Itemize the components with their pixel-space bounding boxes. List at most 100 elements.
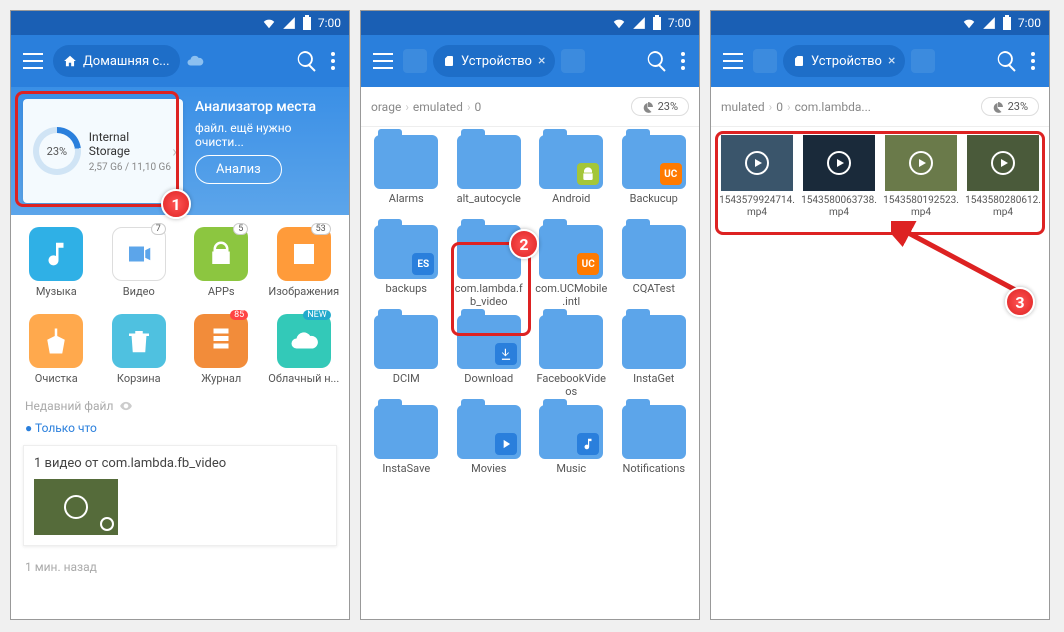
video-icon (112, 227, 166, 281)
folder-item[interactable]: InstaSave (367, 405, 446, 489)
folder-label: Android (552, 193, 590, 219)
folder-label: Notifications (622, 463, 685, 489)
folder-item[interactable]: Movies (450, 405, 529, 489)
folder-badge-icon: UC (660, 163, 682, 185)
shortcut-video[interactable]: 7 Видео (100, 227, 178, 298)
cloud-icon (277, 314, 331, 368)
wifi-icon (262, 16, 276, 30)
tab-device[interactable]: Устройство × (433, 45, 555, 77)
shortcut-trash[interactable]: Корзина (100, 314, 178, 385)
chevron-right-icon: › (172, 142, 177, 161)
space-chip[interactable]: 23% (631, 97, 689, 116)
search-icon[interactable] (645, 49, 669, 73)
video-item[interactable]: 1543579924714.mp4 (719, 135, 795, 218)
video-thumb (803, 135, 875, 191)
folder-item[interactable]: InstaGet (615, 315, 694, 399)
folder-label: Alarms (389, 193, 424, 219)
folder-icon (457, 315, 521, 369)
video-item[interactable]: 1543580280612.mp4 (965, 135, 1041, 218)
analyzer-sub: файл. ещё нужно очисти... (195, 121, 337, 149)
folder-item[interactable]: FacebookVideos (532, 315, 611, 399)
video-item[interactable]: 1543580063738.mp4 (801, 135, 877, 218)
menu-button[interactable] (369, 47, 397, 75)
folder-icon (457, 135, 521, 189)
overflow-menu[interactable] (325, 52, 341, 70)
annotation-badge-2: 2 (509, 229, 539, 259)
shortcut-label: Музыка (36, 285, 77, 298)
breadcrumb: orage› emulated› 0 23% (361, 87, 699, 127)
recent-file-card[interactable]: 1 видео от com.lambda.fb_video (23, 445, 337, 546)
folder-label: com.UCMobile.intl (534, 283, 608, 309)
recent-file-title: 1 видео от com.lambda.fb_video (34, 456, 326, 471)
badge: 53 (311, 223, 331, 235)
search-icon[interactable] (295, 49, 319, 73)
folder-item[interactable]: alt_autocycle (450, 135, 529, 219)
shortcut-app[interactable]: 5 APPs (182, 227, 260, 298)
folder-item[interactable]: Download (450, 315, 529, 399)
folder-item[interactable]: UC com.UCMobile.intl (532, 225, 611, 309)
recent-thumb[interactable] (34, 479, 118, 535)
trash-icon (112, 314, 166, 368)
tab-label: Устройство (461, 54, 532, 69)
toolbar: Домашняя с... (11, 35, 349, 87)
phone-screen-1: 7:00 Домашняя с... 23% Internal Storage … (10, 10, 350, 620)
close-icon[interactable]: × (538, 53, 545, 69)
cloud-icon[interactable] (186, 52, 204, 70)
shortcut-label: Изображения (268, 285, 339, 298)
folder-label: DCIM (393, 373, 420, 399)
tab-home[interactable]: Домашняя с... (53, 45, 180, 77)
storage-sub: 2,57 G6 / 11,10 G6 (89, 162, 173, 173)
shortcut-row-2: Очистка Корзина 85 Журнал NEW Облачный н… (11, 302, 349, 389)
menu-button[interactable] (19, 47, 47, 75)
folder-icon: UC (622, 135, 686, 189)
folder-grid: Alarms alt_autocycle Android UC Backucup E… (361, 127, 699, 619)
space-chip[interactable]: 23% (981, 97, 1039, 116)
tab-ghost-prev[interactable] (753, 49, 777, 73)
tab-ghost-next[interactable] (561, 49, 585, 73)
folder-icon (539, 405, 603, 459)
search-icon[interactable] (995, 49, 1019, 73)
storage-ring: 23% (33, 127, 81, 175)
crumb-2[interactable]: com.lambda... (795, 100, 871, 114)
select-circle[interactable] (100, 517, 114, 531)
shortcut-log[interactable]: 85 Журнал (182, 314, 260, 385)
shortcut-clean[interactable]: Очистка (17, 314, 95, 385)
shortcut-image[interactable]: 53 Изображения (265, 227, 343, 298)
menu-button[interactable] (719, 47, 747, 75)
play-icon (991, 151, 1015, 175)
overflow-menu[interactable] (1025, 52, 1041, 70)
folder-item[interactable]: Music (532, 405, 611, 489)
close-icon[interactable]: × (888, 53, 895, 69)
folder-item[interactable]: Notifications (615, 405, 694, 489)
crumb-0[interactable]: mulated (721, 100, 765, 114)
shortcut-cloud[interactable]: NEW Облачный н... (265, 314, 343, 385)
folder-badge-icon (495, 433, 517, 455)
storage-title: Internal Storage (89, 130, 173, 158)
folder-label: backups (386, 283, 427, 309)
crumb-1[interactable]: 0 (776, 100, 783, 114)
crumb-2[interactable]: 0 (475, 100, 482, 114)
badge: 85 (230, 310, 248, 320)
wifi-icon (612, 16, 626, 30)
tab-label: Устройство (811, 54, 882, 69)
video-item[interactable]: 1543580192523.mp4 (883, 135, 959, 218)
play-icon (745, 151, 769, 175)
tab-device[interactable]: Устройство × (783, 45, 905, 77)
shortcut-music[interactable]: Музыка (17, 227, 95, 298)
folder-item[interactable]: Android (532, 135, 611, 219)
folder-item[interactable]: ES backups (367, 225, 446, 309)
folder-item[interactable]: CQATest (615, 225, 694, 309)
tab-ghost-prev[interactable] (403, 49, 427, 73)
video-thumb (967, 135, 1039, 191)
status-time: 7:00 (318, 16, 341, 30)
internal-storage-card[interactable]: 23% Internal Storage 2,57 G6 / 11,10 G6 … (23, 99, 183, 203)
crumb-1[interactable]: emulated (413, 100, 463, 114)
folder-item[interactable]: UC Backucup (615, 135, 694, 219)
crumb-0[interactable]: orage (371, 100, 401, 114)
analyze-button[interactable]: Анализ (195, 155, 282, 184)
folder-item[interactable]: DCIM (367, 315, 446, 399)
toolbar: Устройство × (361, 35, 699, 87)
tab-ghost-next[interactable] (911, 49, 935, 73)
overflow-menu[interactable] (675, 52, 691, 70)
folder-item[interactable]: Alarms (367, 135, 446, 219)
